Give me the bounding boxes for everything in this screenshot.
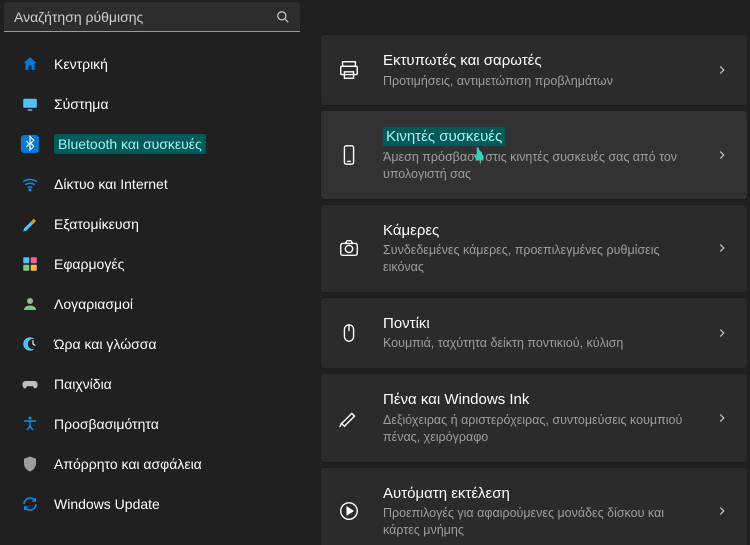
chevron-right-icon <box>715 241 729 255</box>
home-icon <box>20 54 40 74</box>
setting-title: Αυτόματη εκτέλεση <box>383 485 510 502</box>
nav-item-time[interactable]: Ώρα και γλώσσα <box>6 326 304 362</box>
setting-camera[interactable]: Κάμερες Συνδεδεμένες κάμερες, προεπιλεγμ… <box>320 204 748 293</box>
nav-label: Εφαρμογές <box>54 256 124 272</box>
bluetooth-icon <box>20 134 40 154</box>
nav-label: Bluetooth και συσκευές <box>54 134 206 154</box>
nav-label: Σύστημα <box>54 96 108 112</box>
nav-item-privacy[interactable]: Απόρρητο και ασφάλεια <box>6 446 304 482</box>
chevron-right-icon <box>715 63 729 77</box>
update-icon <box>20 494 40 514</box>
search-box[interactable] <box>4 2 300 32</box>
setting-desc: Προεπιλογές για αφαιρούμενες μονάδες δίσ… <box>383 505 693 539</box>
setting-title: Κάμερες <box>383 222 439 239</box>
setting-text: Ποντίκι Κουμπιά, ταχύτητα δείκτη ποντικι… <box>383 314 693 352</box>
sidebar: Κεντρική Σύστημα Bluetooth και συσκευές Δίκ… <box>0 0 310 545</box>
setting-pen[interactable]: Πένα και Windows Ink Δεξιόχειρας ή αριστ… <box>320 373 748 462</box>
time-icon <box>20 334 40 354</box>
printer-icon <box>337 58 361 82</box>
setting-desc: Άμεση πρόσβαση στις κινητές συσκευές σας… <box>383 149 693 183</box>
setting-autoplay[interactable]: Αυτόματη εκτέλεση Προεπιλογές για αφαιρο… <box>320 467 748 545</box>
chevron-right-icon <box>715 326 729 340</box>
wifi-icon <box>20 174 40 194</box>
phone-icon <box>337 143 361 167</box>
chevron-right-icon <box>715 411 729 425</box>
setting-mouse[interactable]: Ποντίκι Κουμπιά, ταχύτητα δείκτη ποντικι… <box>320 297 748 369</box>
setting-desc: Προτιμήσεις, αντιμετώπιση προβλημάτων <box>383 73 693 90</box>
nav-item-wifi[interactable]: Δίκτυο και Internet <box>6 166 304 202</box>
setting-title: Εκτυπωτές και σαρωτές <box>383 52 542 69</box>
system-icon <box>20 94 40 114</box>
nav-label: Δίκτυο και Internet <box>54 176 168 192</box>
setting-text: Αυτόματη εκτέλεση Προεπιλογές για αφαιρο… <box>383 484 693 539</box>
setting-phone[interactable]: Κινητές συσκευές Άμεση πρόσβαση στις κιν… <box>320 110 748 199</box>
setting-desc: Δεξιόχειρας ή αριστερόχειρας, συντομεύσε… <box>383 412 693 446</box>
search-icon <box>276 10 290 24</box>
nav-item-personalize[interactable]: Εξατομίκευση <box>6 206 304 242</box>
setting-text: Πένα και Windows Ink Δεξιόχειρας ή αριστ… <box>383 390 693 445</box>
nav-label: Εξατομίκευση <box>54 216 139 232</box>
setting-title: Ποντίκι <box>383 315 430 332</box>
gaming-icon <box>20 374 40 394</box>
privacy-icon <box>20 454 40 474</box>
nav-label: Ώρα και γλώσσα <box>54 336 157 352</box>
search-input[interactable] <box>14 9 276 25</box>
setting-text: Κινητές συσκευές Άμεση πρόσβαση στις κιν… <box>383 127 693 182</box>
mouse-icon <box>337 321 361 345</box>
nav-label: Κεντρική <box>54 56 108 72</box>
setting-text: Εκτυπωτές και σαρωτές Προτιμήσεις, αντιμ… <box>383 51 693 89</box>
setting-desc: Συνδεδεμένες κάμερες, προεπιλεγμένες ρυθ… <box>383 242 693 276</box>
nav-label: Windows Update <box>54 496 160 512</box>
nav-label: Προσβασιμότητα <box>54 416 159 432</box>
chevron-right-icon <box>715 504 729 518</box>
nav-item-accessibility[interactable]: Προσβασιμότητα <box>6 406 304 442</box>
setting-title: Πένα και Windows Ink <box>383 391 529 408</box>
setting-title: Κινητές συσκευές <box>383 127 505 146</box>
main-panel: Εκτυπωτές και σαρωτές Προτιμήσεις, αντιμ… <box>310 0 750 545</box>
apps-icon <box>20 254 40 274</box>
nav-item-bluetooth[interactable]: Bluetooth και συσκευές <box>6 126 304 162</box>
nav-item-home[interactable]: Κεντρική <box>6 46 304 82</box>
setting-printer[interactable]: Εκτυπωτές και σαρωτές Προτιμήσεις, αντιμ… <box>320 34 748 106</box>
camera-icon <box>337 236 361 260</box>
autoplay-icon <box>337 499 361 523</box>
setting-desc: Κουμπιά, ταχύτητα δείκτη ποντικιού, κύλι… <box>383 335 693 352</box>
chevron-right-icon <box>715 148 729 162</box>
nav-item-system[interactable]: Σύστημα <box>6 86 304 122</box>
personalize-icon <box>20 214 40 234</box>
nav-label: Παιχνίδια <box>54 376 112 392</box>
nav-label: Λογαριασμοί <box>54 296 133 312</box>
search-container <box>0 2 310 38</box>
nav-item-apps[interactable]: Εφαρμογές <box>6 246 304 282</box>
nav-item-accounts[interactable]: Λογαριασμοί <box>6 286 304 322</box>
nav-item-update[interactable]: Windows Update <box>6 486 304 522</box>
nav-list: Κεντρική Σύστημα Bluetooth και συσκευές Δίκ… <box>0 38 310 522</box>
accounts-icon <box>20 294 40 314</box>
accessibility-icon <box>20 414 40 434</box>
nav-item-gaming[interactable]: Παιχνίδια <box>6 366 304 402</box>
nav-label: Απόρρητο και ασφάλεια <box>54 456 202 472</box>
setting-text: Κάμερες Συνδεδεμένες κάμερες, προεπιλεγμ… <box>383 221 693 276</box>
pen-icon <box>337 406 361 430</box>
